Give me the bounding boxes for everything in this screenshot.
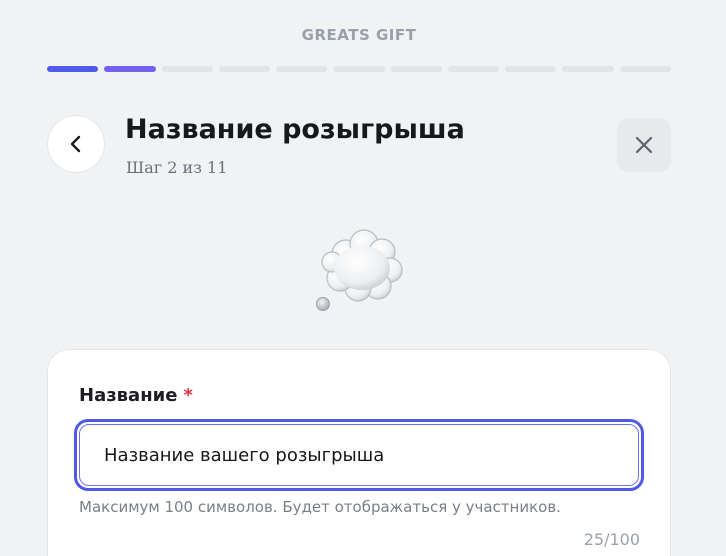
field-hint: Максимум 100 символов. Будет отображатьс… [79, 498, 561, 516]
chevron-left-icon [70, 135, 81, 153]
progress-step-8 [447, 66, 500, 72]
progress-step-7 [390, 66, 442, 72]
field-label: Название * [79, 385, 193, 406]
thought-balloon-icon [316, 229, 403, 311]
progress-step-11 [619, 66, 671, 72]
progress-step-10 [562, 66, 614, 72]
step-indicator: Шаг 2 из 11 [126, 158, 228, 177]
progress-step-2 [104, 66, 156, 72]
page: GREATS GIFT Название розыгрыша Шаг 2 из … [0, 0, 726, 556]
progress-step-1 [47, 66, 99, 72]
progress-step-3 [161, 66, 213, 72]
required-mark: * [183, 385, 193, 406]
name-input-focus-ring[interactable]: Название вашего розыгрыша [74, 419, 644, 491]
progress-step-9 [505, 66, 557, 72]
page-title: Название розыгрыша [125, 114, 465, 145]
name-input[interactable]: Название вашего розыгрыша [79, 424, 639, 486]
back-button[interactable] [47, 115, 105, 173]
close-icon [635, 136, 653, 154]
field-label-text: Название [79, 385, 178, 406]
close-button[interactable] [617, 118, 671, 172]
progress-step-5 [276, 66, 328, 72]
progress-step-4 [218, 66, 271, 72]
progress-step-6 [333, 66, 385, 72]
progress-bar [47, 66, 671, 72]
brand-title: GREATS GIFT [301, 26, 417, 44]
character-counter: 25/100 [583, 530, 640, 549]
